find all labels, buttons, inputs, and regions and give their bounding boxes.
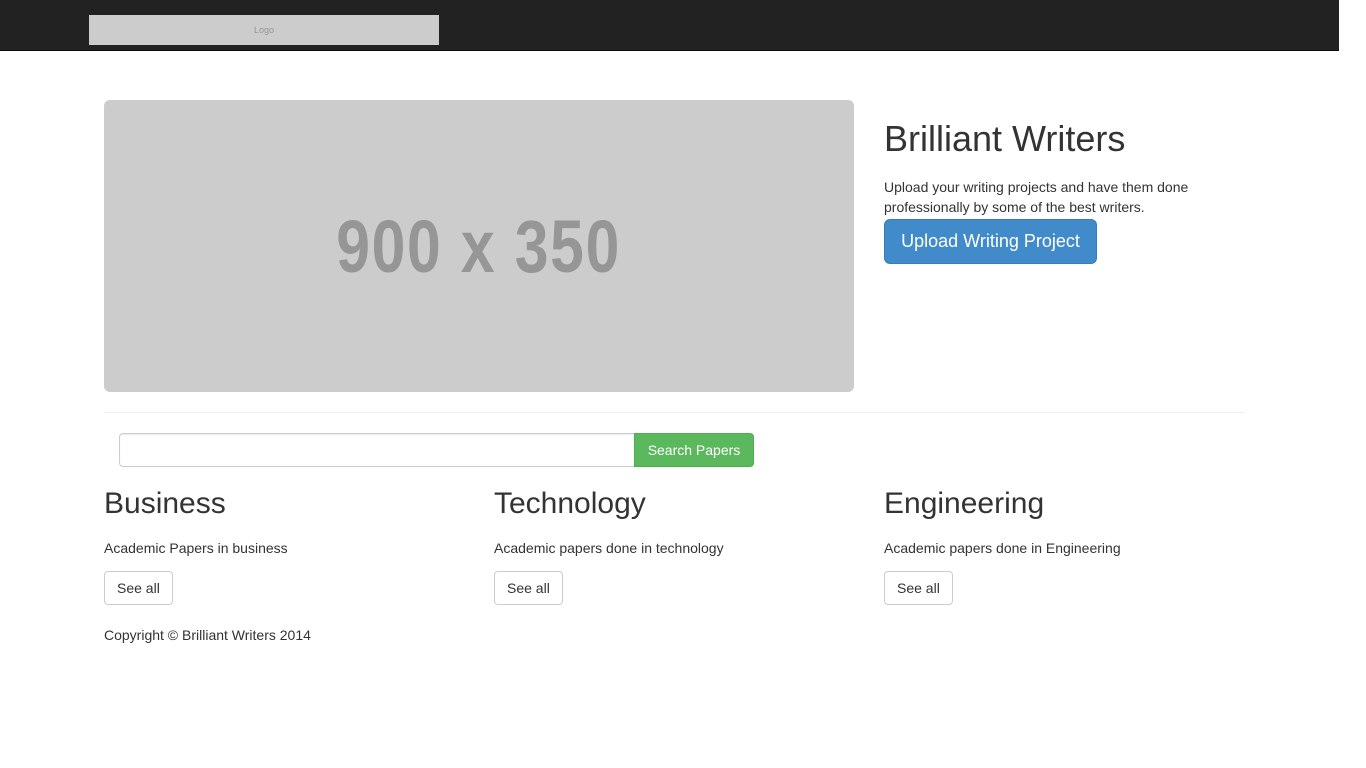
hero-image-placeholder: 900 x 350: [104, 100, 854, 392]
logo[interactable]: Logo: [89, 15, 439, 45]
hero-text: Brilliant Writers Upload your writing pr…: [884, 118, 1244, 264]
logo-text: Logo: [253, 25, 275, 35]
see-all-engineering-button[interactable]: See all: [884, 571, 953, 605]
category-title: Engineering: [884, 487, 1045, 520]
category-engineering: Engineering Academic papers done in Engi…: [884, 484, 1244, 605]
category-description: Academic Papers in business: [104, 540, 288, 556]
search-input[interactable]: [119, 433, 635, 467]
category-title: Technology: [494, 487, 646, 520]
category-description: Academic papers done in technology: [494, 540, 724, 556]
divider: [104, 412, 1244, 413]
category-technology: Technology Academic papers done in techn…: [494, 484, 854, 605]
top-navbar: Logo: [0, 0, 1339, 51]
search-papers-button[interactable]: Search Papers: [634, 433, 754, 467]
see-all-technology-button[interactable]: See all: [494, 571, 563, 605]
hero-image-label: 900 x 350: [336, 204, 622, 288]
upload-writing-project-button[interactable]: Upload Writing Project: [884, 219, 1097, 264]
page-title: Brilliant Writers: [884, 118, 1126, 159]
see-all-business-button[interactable]: See all: [104, 571, 173, 605]
footer-copyright: Copyright © Brilliant Writers 2014: [104, 627, 311, 643]
category-title: Business: [104, 487, 226, 520]
category-business: Business Academic Papers in business See…: [104, 484, 464, 605]
category-description: Academic papers done in Engineering: [884, 540, 1121, 556]
hero-description: Upload your writing projects and have th…: [884, 179, 1189, 215]
